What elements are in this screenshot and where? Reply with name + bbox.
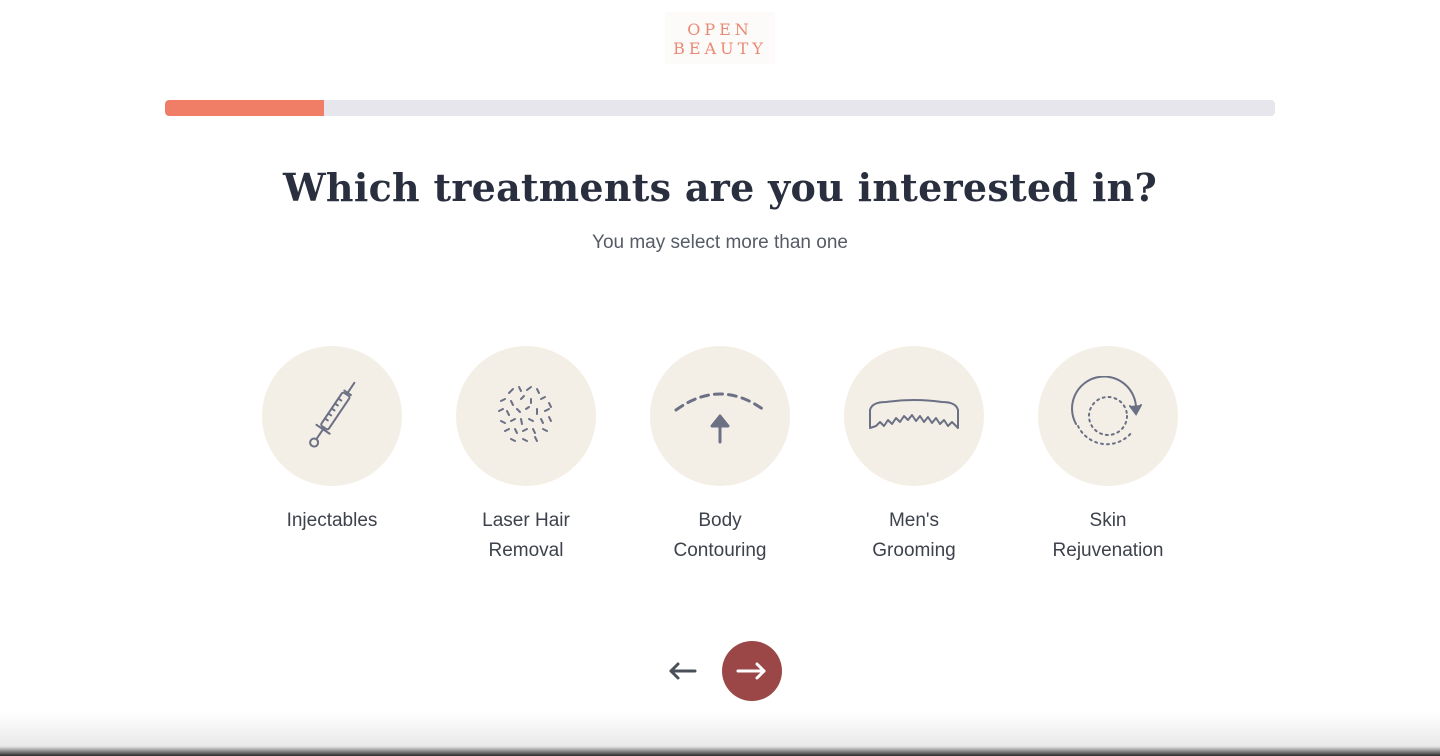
option-circle[interactable]: [456, 346, 596, 486]
arrow-right-icon: [736, 662, 766, 680]
option-label: Body Contouring: [673, 510, 767, 561]
option-label: Laser Hair Removal: [482, 510, 570, 561]
option-skin-rejuvenation[interactable]: Skin Rejuvenation: [1028, 346, 1188, 566]
option-circle[interactable]: [1038, 346, 1178, 486]
next-button[interactable]: [722, 641, 782, 701]
option-label: Men's Grooming: [872, 510, 956, 561]
progress-bar: [165, 100, 1275, 116]
page-subtitle: You may select more than one: [592, 232, 848, 253]
brand-logo-line2: BEAUTY: [673, 39, 767, 58]
arrow-left-icon: [669, 662, 697, 680]
option-injectables[interactable]: Injectables: [252, 346, 412, 536]
treatment-options: Injectables Laser Hair Removal Body Cont…: [0, 346, 1440, 576]
mustache-icon: [869, 399, 959, 429]
option-circle[interactable]: [844, 346, 984, 486]
body-contour-arrow-icon: [674, 392, 766, 444]
option-laser-hair-removal[interactable]: Laser Hair Removal: [446, 346, 606, 566]
option-circle[interactable]: [262, 346, 402, 486]
option-label: Skin Rejuvenation: [1052, 510, 1164, 561]
brand-logo[interactable]: OPEN BEAUTY: [665, 12, 775, 64]
syringe-icon: [309, 381, 356, 448]
rotate-circle-icon: [1071, 376, 1142, 446]
option-label: Injectables: [286, 510, 378, 531]
hair-stubble-icon: [498, 386, 552, 442]
option-mens-grooming[interactable]: Men's Grooming: [834, 346, 994, 566]
window-bottom-edge: [0, 712, 1440, 756]
option-circle[interactable]: [650, 346, 790, 486]
progress-bar-fill: [165, 100, 324, 116]
page-title: Which treatments are you interested in?: [282, 165, 1158, 210]
back-button[interactable]: [664, 656, 700, 686]
option-body-contouring[interactable]: Body Contouring: [640, 346, 800, 566]
brand-logo-line1: OPEN: [687, 20, 753, 39]
